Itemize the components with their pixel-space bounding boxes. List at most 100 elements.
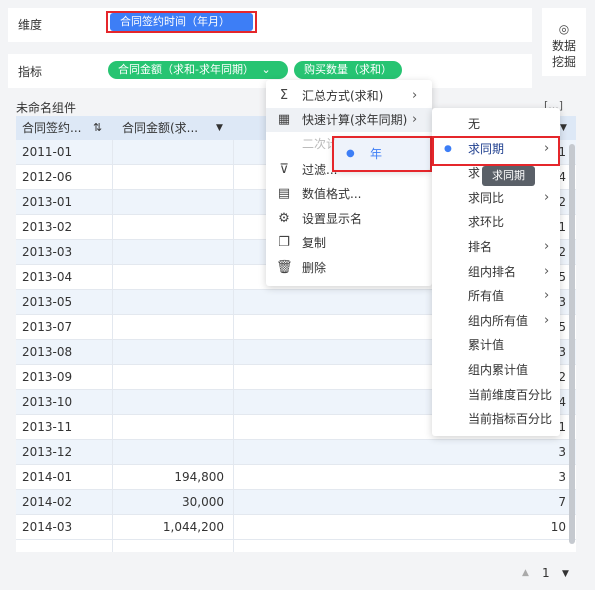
metric-label: 指标 [18,65,43,79]
calc-option-label: 累计值 [468,338,505,353]
cell-date: 2011-01 [22,145,73,159]
chevron-right-icon: › [544,263,550,279]
menu-copy[interactable]: ❐ 复制 [266,231,432,255]
calc-option-label: 无 [468,117,481,131]
col-divider-1 [112,140,113,552]
header-date-label: 合同签约... [22,121,82,135]
table-row: 2013-12 3 [16,440,576,465]
year-highlight [332,136,432,172]
calc-option-rank[interactable]: 排名 › [432,235,560,259]
calc-option-label: 求同比 [468,190,505,205]
cell-count: 3 [558,470,566,484]
menu-number-format[interactable]: ▤ 数值格式... [266,182,432,206]
menu-aggregate-label: 汇总方式(求和) [302,89,384,103]
mining-label-2: 挖掘 [551,55,576,69]
menu-quick-calc[interactable]: ▦ 快速计算(求年同期) › [266,108,432,132]
header-count-dropdown-icon[interactable]: ▼ [560,116,567,140]
trash-icon: 🗑 [276,260,293,275]
chevron-down-icon[interactable]: ⌄ [261,63,270,76]
cell-count: 10 [550,520,566,534]
chevron-right-icon: › [412,112,418,127]
cell-count: 3 [558,445,566,459]
dimension-highlight [106,11,257,33]
table-row: 2014-02 30,000 7 [16,490,576,515]
cell-date: 2012-06 [22,170,73,184]
menu-display-name[interactable]: ⚙ 设置显示名 [266,207,432,231]
tooltip: 求同期 [482,166,535,186]
menu-copy-label: 复制 [302,236,327,250]
dimension-panel [8,8,532,42]
pagination-page[interactable]: 1 [542,566,550,580]
calc-option-label: 当前维度百分比 [468,387,553,402]
calc-option-dimension-percent[interactable]: 当前维度百分比 [432,383,560,407]
calc-option-label: 组内累计值 [468,363,529,377]
menu-quick-calc-label: 快速计算(求年同期) [302,113,408,127]
calc-option-yoy[interactable]: 求同比 › [432,186,560,210]
chevron-right-icon: › [544,189,550,205]
chevron-right-icon: › [544,312,550,328]
cell-date: 2014-02 [22,495,73,509]
gear-icon: ⚙ [278,211,290,226]
calculator-icon: ▦ [277,112,291,127]
cell-amount: 194,800 [174,470,224,484]
copy-icon: ❐ [278,235,290,250]
filter-icon: ⊽ [279,162,289,177]
cell-date: 2013-07 [22,320,73,334]
data-mining-button[interactable]: ◎ 数据 挖掘 [542,8,586,76]
metric-pill-quantity[interactable]: 购买数量（求和） [294,61,402,79]
header-amount-dropdown-icon[interactable]: ▼ [216,116,223,140]
calc-option-label: 排名 [468,240,493,254]
sort-icon[interactable]: ⇅ [93,116,102,140]
chevron-right-icon: › [412,88,418,103]
sigma-icon: Σ [279,88,289,103]
calc-option-label: 求环比 [468,215,505,230]
cell-amount: 1,044,200 [162,520,224,534]
cell-date: 2013-10 [22,395,73,409]
menu-display-name-label: 设置显示名 [302,212,363,226]
cell-date: 2013-11 [22,420,73,434]
dimension-label: 维度 [18,18,43,32]
calc-option-label: 当前指标百分比 [468,412,553,427]
pagination-next-icon[interactable]: ▼ [562,569,569,579]
header-amount-label: 合同金额(求... [122,121,199,135]
same-period-highlight [432,136,560,166]
cell-date: 2013-02 [22,220,73,234]
calc-option-group-all-values[interactable]: 组内所有值 › [432,309,560,333]
menu-number-format-label: 数值格式... [302,187,362,201]
col-divider-2 [233,140,234,552]
pagination-prev-icon[interactable]: ▲ [522,568,529,578]
field-context-menu: Σ 汇总方式(求和) › ▦ 快速计算(求年同期) › 二次计算 ⊽ 过滤...… [266,80,432,286]
cell-date: 2013-08 [22,345,73,359]
metric-pill-amount-label: 合同金额（求和-求年同期） [118,63,254,76]
table-row: 2014-03 1,044,200 10 [16,515,576,540]
menu-aggregate[interactable]: Σ 汇总方式(求和) › [266,84,432,108]
chevron-right-icon: › [544,239,550,254]
calc-option-all-values[interactable]: 所有值 › [432,284,560,308]
number-format-icon: ▤ [277,186,291,201]
cell-date: 2013-05 [22,295,73,309]
calc-option-cumulative[interactable]: 累计值 [432,333,560,357]
calc-option-label: 组内排名 [468,264,517,279]
calc-option-label: 所有值 [468,289,505,304]
menu-delete-label: 删除 [302,261,327,275]
cell-date: 2013-01 [22,195,73,209]
mining-icon: ◎ [558,22,570,36]
calc-option-none[interactable]: 无 [432,112,560,136]
cell-date: 2013-03 [22,245,73,259]
menu-delete[interactable]: 🗑 删除 [266,256,432,280]
cell-count: 7 [558,495,566,509]
cell-date: 2013-04 [22,270,73,284]
cell-amount: 30,000 [182,495,224,509]
cell-date: 2014-01 [22,470,73,484]
mining-label-1: 数据 [551,39,576,53]
chevron-right-icon: › [544,288,550,304]
calc-option-group-rank[interactable]: 组内排名 › [432,260,560,284]
calc-option-label: 组内所有值 [468,313,529,328]
table-row: 2014-01 194,800 3 [16,465,576,490]
calc-option-mom[interactable]: 求环比 [432,210,560,234]
calc-option-metric-percent[interactable]: 当前指标百分比 [432,407,560,431]
cell-date: 2013-12 [22,445,73,459]
vertical-scrollbar[interactable] [569,144,575,544]
metric-pill-amount[interactable]: 合同金额（求和-求年同期） ⌄ [108,61,288,79]
calc-option-group-cumulative[interactable]: 组内累计值 [432,358,560,382]
